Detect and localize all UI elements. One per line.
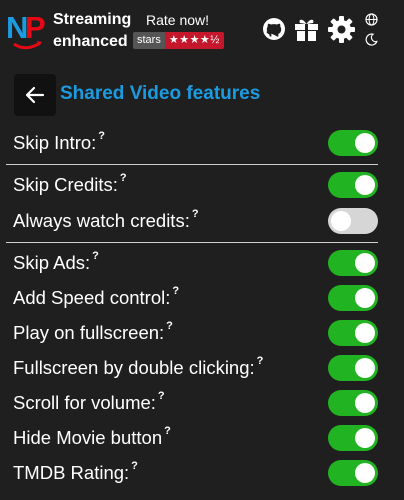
setting-toggle[interactable]: [328, 172, 378, 198]
setting-toggle[interactable]: [328, 208, 378, 234]
stars-badge[interactable]: stars ★★★★½: [133, 32, 224, 49]
app-logo: N P: [6, 10, 46, 50]
setting-label-text: Skip Credits:: [13, 174, 118, 195]
github-icon[interactable]: [262, 17, 286, 41]
arrow-left-icon: [25, 86, 45, 104]
setting-label-text: Play on fullscreen:: [13, 322, 165, 343]
toggle-knob: [355, 358, 375, 378]
svg-text:P: P: [25, 10, 46, 45]
section-divider: [6, 164, 378, 165]
setting-label-text: Always watch credits:: [13, 210, 190, 231]
globe-icon[interactable]: [365, 13, 378, 26]
setting-label: Skip Intro:?: [13, 130, 105, 154]
help-icon[interactable]: ?: [257, 355, 264, 367]
setting-label: Skip Ads:?: [13, 250, 99, 274]
setting-label-text: Add Speed control:: [13, 287, 171, 308]
setting-label: TMDB Rating:?: [13, 460, 138, 484]
page-title: Shared Video features: [60, 83, 261, 104]
setting-label: Skip Credits:?: [13, 172, 127, 196]
gift-icon[interactable]: [293, 16, 320, 42]
setting-label: Play on fullscreen:?: [13, 320, 173, 344]
toggle-knob: [355, 463, 375, 483]
brand-line-1: Streaming: [53, 11, 132, 28]
help-icon[interactable]: ?: [172, 285, 179, 297]
toggle-knob: [355, 323, 375, 343]
setting-row: Scroll for volume:?: [0, 387, 404, 421]
toggle-knob: [355, 253, 375, 273]
toggle-knob: [355, 133, 375, 153]
toggle-knob: [355, 428, 375, 448]
app-brand: Streaming enhanced: [53, 9, 131, 53]
setting-row: Skip Credits:?: [0, 169, 404, 203]
setting-toggle[interactable]: [328, 250, 378, 276]
setting-toggle[interactable]: [328, 320, 378, 346]
help-icon[interactable]: ?: [192, 208, 199, 220]
setting-row: Fullscreen by double clicking:?: [0, 352, 404, 386]
setting-row: Skip Intro:?: [0, 127, 404, 161]
help-icon[interactable]: ?: [120, 172, 127, 184]
stars-badge-value: ★★★★½: [164, 32, 224, 49]
setting-row: Skip Ads:?: [0, 247, 404, 281]
setting-row: Play on fullscreen:?: [0, 317, 404, 351]
toggle-knob: [355, 393, 375, 413]
setting-toggle[interactable]: [328, 425, 378, 451]
stars-badge-label: stars: [133, 32, 165, 49]
toggle-knob: [355, 288, 375, 308]
help-icon[interactable]: ?: [92, 250, 99, 262]
setting-label-text: Fullscreen by double clicking:: [13, 357, 255, 378]
setting-label: Hide Movie button?: [13, 425, 171, 449]
setting-row: Always watch credits:?: [0, 205, 404, 239]
back-button[interactable]: [14, 74, 56, 116]
moon-icon[interactable]: [365, 33, 378, 46]
setting-toggle[interactable]: [328, 390, 378, 416]
setting-row: Add Speed control:?: [0, 282, 404, 316]
rate-now-link[interactable]: Rate now!: [146, 12, 209, 28]
setting-label: Add Speed control:?: [13, 285, 179, 309]
help-icon[interactable]: ?: [158, 390, 165, 402]
toggle-knob: [355, 175, 375, 195]
setting-label: Fullscreen by double clicking:?: [13, 355, 264, 379]
gear-icon[interactable]: [327, 15, 356, 44]
setting-toggle[interactable]: [328, 285, 378, 311]
setting-label: Scroll for volume:?: [13, 390, 165, 414]
setting-label: Always watch credits:?: [13, 208, 199, 232]
help-icon[interactable]: ?: [166, 320, 173, 332]
toggle-knob: [331, 211, 351, 231]
setting-toggle[interactable]: [328, 355, 378, 381]
setting-toggle[interactable]: [328, 460, 378, 486]
setting-label-text: Skip Intro:: [13, 132, 97, 153]
setting-row: Hide Movie button?: [0, 422, 404, 456]
setting-toggle[interactable]: [328, 130, 378, 156]
help-icon[interactable]: ?: [164, 425, 171, 437]
setting-label-text: Skip Ads:: [13, 252, 91, 273]
setting-label-text: TMDB Rating:: [13, 462, 130, 483]
help-icon[interactable]: ?: [131, 460, 138, 472]
section-divider: [6, 242, 378, 243]
brand-line-2: enhanced: [53, 33, 128, 50]
app-header: N P Streaming enhanced Rate now! stars ★…: [0, 0, 404, 62]
help-icon[interactable]: ?: [98, 130, 105, 142]
setting-label-text: Hide Movie button: [13, 427, 163, 448]
setting-label-text: Scroll for volume:: [13, 392, 156, 413]
setting-row: TMDB Rating:?: [0, 457, 404, 491]
